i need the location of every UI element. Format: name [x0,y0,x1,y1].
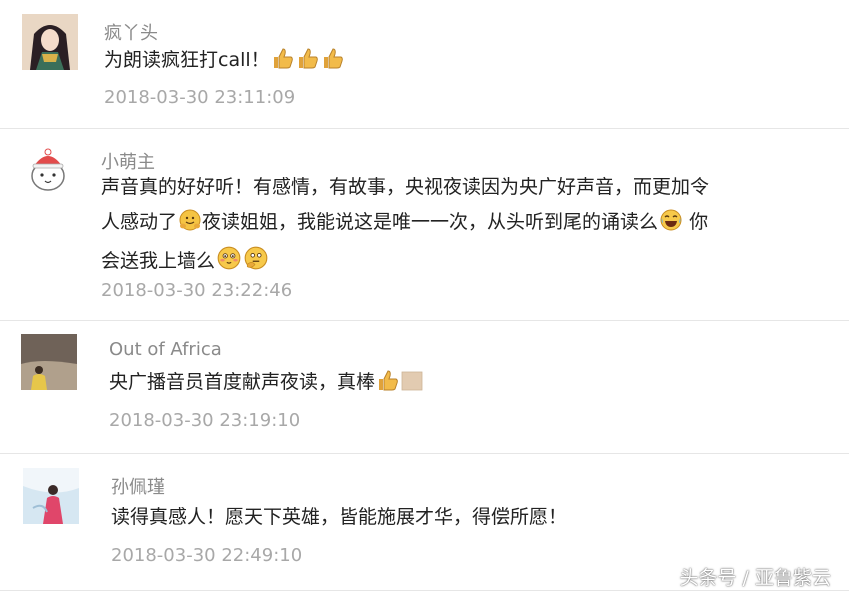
laugh-cry-icon [659,208,683,244]
timestamp: 2018-03-30 23:19:10 [109,410,301,431]
username[interactable]: 疯丫头 [104,19,158,45]
avatar[interactable] [22,14,78,70]
comment-text-segment: 人感动了 [101,211,178,233]
skin-tone-icon [401,369,423,404]
avatar[interactable] [21,334,77,390]
comment-item: 小萌主 声音真的好好听！有感情，有故事，央视夜读因为央广好声音，而更加令 人感动… [0,129,849,321]
timestamp: 2018-03-30 23:11:09 [104,87,296,108]
comment-text-content: 央广播音员首度献声夜读，真棒 [109,371,376,393]
timestamp: 2018-03-30 23:22:46 [101,280,293,301]
comment-text-line: 人感动了 夜读姐姐，我能说这是唯一一次，从头听到尾的诵读么 你 [101,205,761,244]
thumbs-up-icon [321,46,345,82]
blush-icon [216,245,242,283]
thumbs-up-icon [376,368,400,404]
watermark: 头条号 / 亚鲁紫云 [679,567,831,589]
thumbs-up-icon [271,46,295,82]
comment-item: 疯丫头 为朗读疯狂打call！ 2018-03-30 23:11:09 [0,0,849,129]
thumbs-up-icon [296,46,320,82]
avatar[interactable] [20,142,76,198]
comment-text: 央广播音员首度献声夜读，真棒 [109,365,769,404]
avatar[interactable] [23,468,79,524]
comment-item: Out of Africa 央广播音员首度献声夜读，真棒 2018-03-30 … [0,321,849,454]
username[interactable]: Out of Africa [109,339,222,360]
comment-text-content: 为朗读疯狂打call！ [104,49,270,71]
comment-text-segment: 会送我上墙么 [101,250,216,272]
comment-text: 读得真感人！愿天下英雄，皆能施展才华，得偿所愿！ [111,500,771,535]
comment-text-content: 读得真感人！愿天下英雄，皆能施展才华，得偿所愿！ [111,506,568,528]
hug-icon [178,208,202,244]
comment-text-segment: 你 [683,211,709,233]
comment-text-segment: 夜读姐姐，我能说这是唯一一次，从头听到尾的诵读么 [202,211,659,233]
comment-text-line: 声音真的好好听！有感情，有故事，央视夜读因为央广好声音，而更加令 [101,176,710,198]
comment-text: 为朗读疯狂打call！ [104,43,764,82]
username[interactable]: 孙佩瑾 [111,473,165,499]
thinking-icon [243,245,269,283]
comment-text: 声音真的好好听！有感情，有故事，央视夜读因为央广好声音，而更加令 人感动了 夜读姐… [101,170,761,283]
comment-text-line: 会送我上墙么 [101,244,761,283]
timestamp: 2018-03-30 22:49:10 [111,545,303,566]
